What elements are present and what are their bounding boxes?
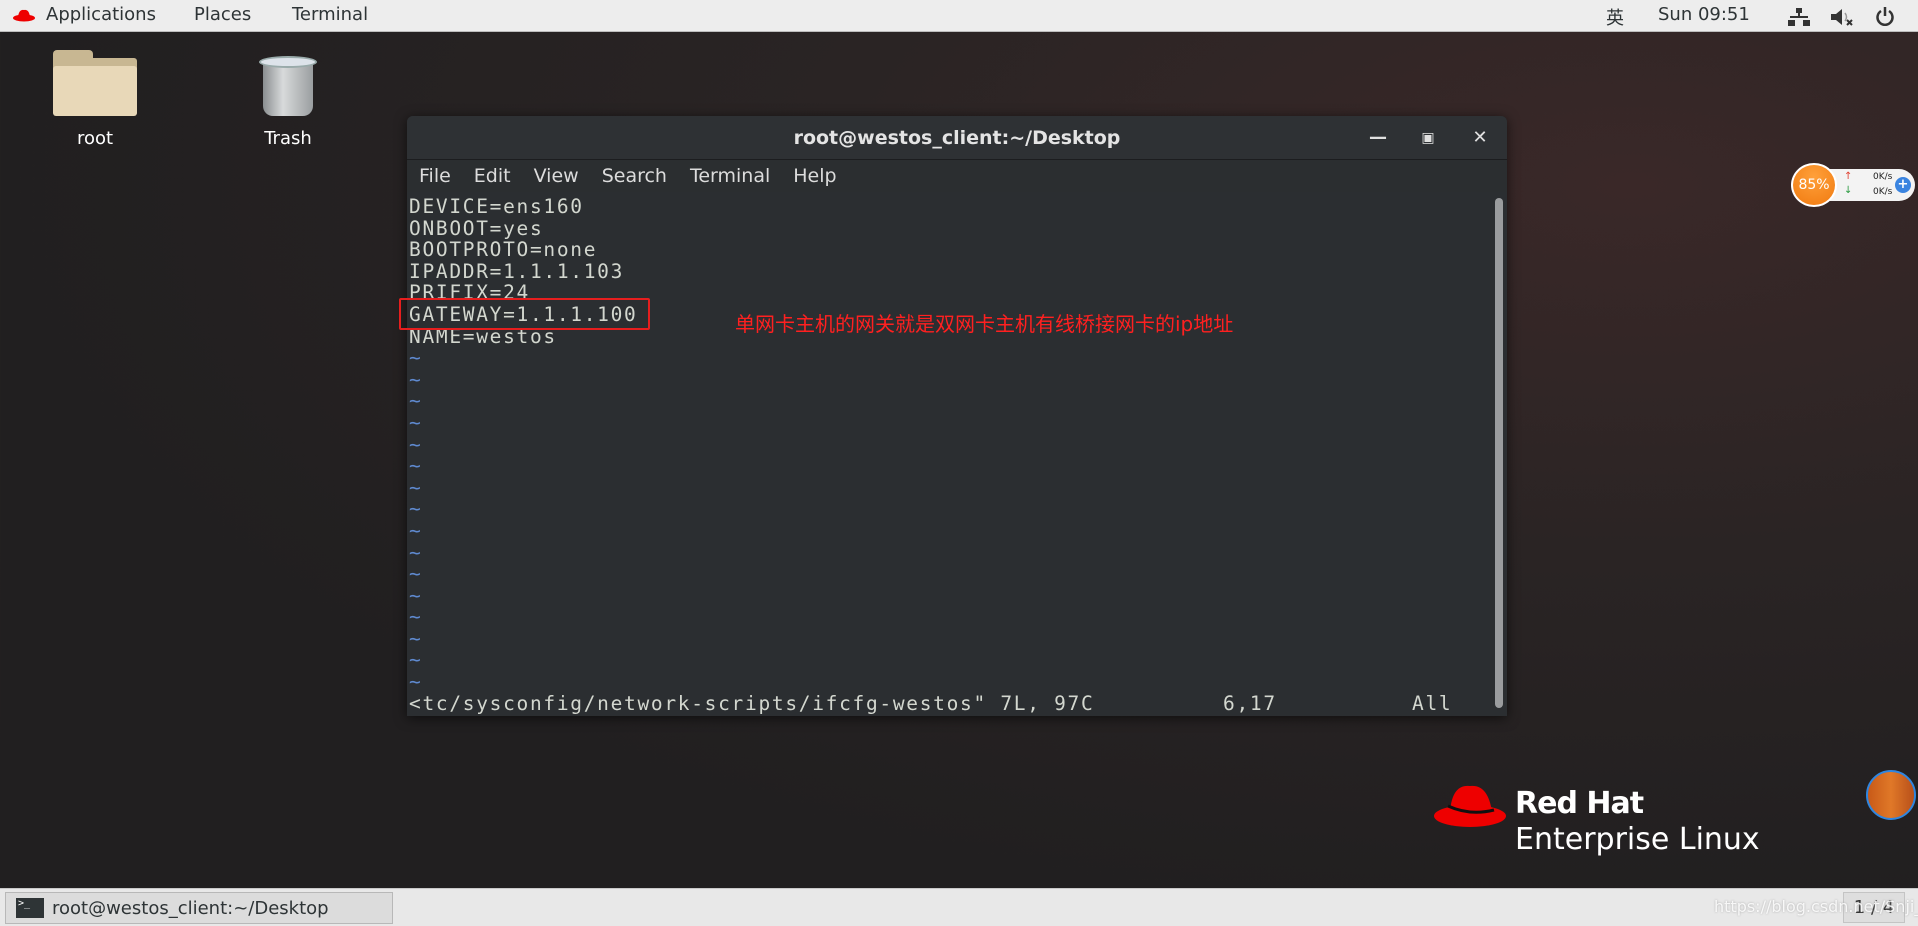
redhat-hat-logo bbox=[1434, 785, 1506, 827]
usage-percent: 85% bbox=[1791, 163, 1837, 207]
status-position: 6,17 bbox=[1223, 691, 1277, 715]
desktop-icon-trash[interactable]: Trash bbox=[233, 50, 343, 149]
top-bar: Applications Places Terminal 英 Sun 09:51 bbox=[0, 0, 1918, 32]
desktop-icon-label: Trash bbox=[264, 128, 312, 149]
clock[interactable]: Sun 09:51 bbox=[1658, 4, 1750, 25]
redhat-logo-icon bbox=[13, 9, 35, 22]
empty-line-tilde: ~ bbox=[409, 562, 423, 586]
network-icon[interactable] bbox=[1787, 8, 1811, 26]
empty-line-tilde: ~ bbox=[409, 626, 423, 650]
brand-line-1: Red Hat bbox=[1515, 786, 1644, 821]
trash-icon bbox=[257, 50, 319, 116]
empty-line-tilde: ~ bbox=[409, 583, 423, 607]
empty-line-tilde: ~ bbox=[409, 346, 423, 370]
vim-status-line: <tc/sysconfig/network-scripts/ifcfg-west… bbox=[409, 691, 1489, 715]
desktop-icon-label: root bbox=[76, 128, 114, 149]
watermark: https://blog.csdn.net/Snji_G bbox=[1714, 897, 1918, 916]
empty-line-tilde: ~ bbox=[409, 367, 423, 391]
file-line: IPADDR=1.1.1.103 bbox=[409, 259, 625, 283]
menu-help[interactable]: Help bbox=[793, 165, 836, 187]
avatar[interactable] bbox=[1866, 770, 1916, 820]
terminal-app-menu[interactable]: Terminal bbox=[292, 4, 368, 25]
taskbar: >_ root@westos_client:~/Desktop 1 / 4 bbox=[0, 888, 1918, 926]
places-menu[interactable]: Places bbox=[194, 4, 251, 25]
menu-edit[interactable]: Edit bbox=[474, 165, 511, 187]
terminal-menubar: File Edit View Search Terminal Help bbox=[407, 160, 1507, 192]
upload-arrow-icon: ↑ bbox=[1844, 171, 1853, 182]
taskbar-window-button[interactable]: >_ root@westos_client:~/Desktop bbox=[5, 892, 393, 924]
status-file: <tc/sysconfig/network-scripts/ifcfg-west… bbox=[409, 691, 1095, 715]
annotation-text: 单网卡主机的网关就是双网卡主机有线桥接网卡的ip地址 bbox=[735, 312, 1234, 336]
empty-line-tilde: ~ bbox=[409, 605, 423, 629]
taskbar-window-label: root@westos_client:~/Desktop bbox=[52, 897, 329, 919]
applications-menu[interactable]: Applications bbox=[46, 4, 156, 25]
volume-muted-icon[interactable] bbox=[1830, 8, 1854, 26]
empty-line-tilde: ~ bbox=[409, 410, 423, 434]
power-icon[interactable] bbox=[1875, 6, 1895, 26]
empty-line-tilde: ~ bbox=[409, 518, 423, 542]
empty-line-tilde: ~ bbox=[409, 670, 423, 694]
window-titlebar[interactable]: root@westos_client:~/Desktop — ▣ ✕ bbox=[407, 116, 1507, 160]
desktop-icon-root[interactable]: root bbox=[40, 50, 150, 149]
menu-view[interactable]: View bbox=[534, 165, 579, 187]
maximize-icon[interactable]: ▣ bbox=[1413, 116, 1443, 160]
download-arrow-icon: ↓ bbox=[1844, 185, 1853, 196]
empty-line-tilde: ~ bbox=[409, 389, 423, 413]
menu-search[interactable]: Search bbox=[602, 165, 667, 187]
upload-speed: 0K/s bbox=[1873, 172, 1893, 182]
empty-line-tilde: ~ bbox=[409, 497, 423, 521]
download-speed: 0K/s bbox=[1873, 187, 1893, 197]
status-scroll: All bbox=[1412, 691, 1453, 715]
scrollbar[interactable] bbox=[1495, 198, 1503, 708]
empty-line-tilde: ~ bbox=[409, 475, 423, 499]
minimize-icon[interactable]: — bbox=[1363, 116, 1393, 160]
terminal-window: root@westos_client:~/Desktop — ▣ ✕ File … bbox=[407, 116, 1507, 716]
home-folder-icon bbox=[53, 50, 137, 116]
file-line: DEVICE=ens160 bbox=[409, 195, 584, 218]
empty-line-tilde: ~ bbox=[409, 540, 423, 564]
plus-icon[interactable]: + bbox=[1895, 177, 1911, 193]
window-title: root@westos_client:~/Desktop bbox=[793, 127, 1121, 149]
empty-line-tilde: ~ bbox=[409, 432, 423, 456]
input-method-indicator[interactable]: 英 bbox=[1606, 4, 1624, 30]
close-icon[interactable]: ✕ bbox=[1465, 116, 1495, 160]
terminal-icon: >_ bbox=[16, 898, 44, 918]
empty-line-tilde: ~ bbox=[409, 648, 423, 672]
empty-line-tilde: ~ bbox=[409, 454, 423, 478]
highlight-box bbox=[399, 298, 650, 330]
terminal-content[interactable]: DEVICE=ens160 ONBOOT=yes BOOTPROTO=none … bbox=[409, 196, 1489, 714]
menu-terminal[interactable]: Terminal bbox=[690, 165, 770, 187]
menu-file[interactable]: File bbox=[419, 165, 451, 187]
brand-line-2: Enterprise Linux bbox=[1515, 822, 1760, 857]
network-speed-widget[interactable]: 85% ↑ ↓ 0K/s 0K/s + bbox=[1791, 163, 1917, 207]
file-line: ONBOOT=yes bbox=[409, 216, 544, 240]
file-line: BOOTPROTO=none bbox=[409, 238, 598, 262]
